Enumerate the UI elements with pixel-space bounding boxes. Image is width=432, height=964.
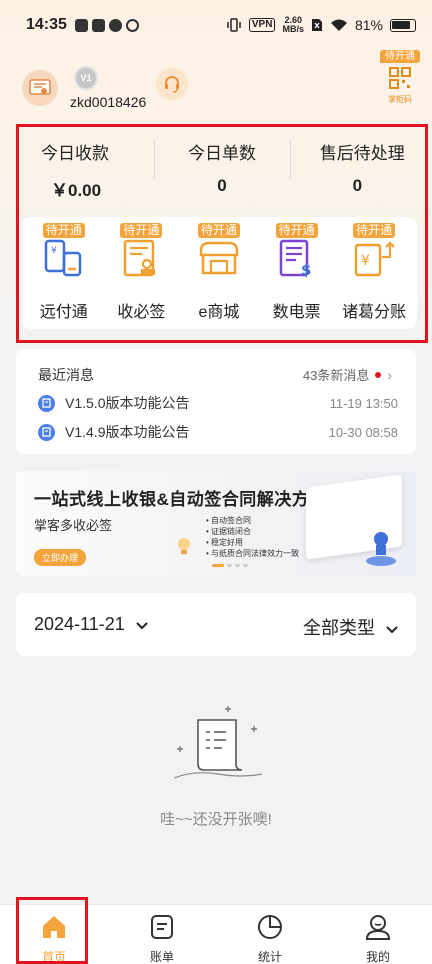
pending-badge: 待开通 [120,223,163,238]
status-time: 14:35 [26,16,67,33]
chevron-right-icon: › [387,366,392,383]
vibrate-icon [227,18,241,32]
pending-badge: 待开通 [42,223,85,238]
new-message-count[interactable]: 43条新消息 › [303,365,392,384]
profile-icon [365,915,391,940]
filter-bar: 2024-11-21 全部类型 [16,593,416,656]
stamp-icon [366,532,396,566]
recent-messages-card[interactable]: 最近消息 43条新消息 › V1.5.0版本功能公告 11-19 13:50 V… [16,349,416,454]
pending-badge: 待开通 [353,223,396,238]
battery-icon [390,18,416,32]
dashboard-highlight: 今日收款 ￥0.00 今日单数 0 售后待处理 0 待开通 ¥ 远付通 待开通 [16,124,428,343]
stat-today-orders[interactable]: 今日单数 0 [154,127,289,209]
pending-badge: 待开通 [197,223,240,238]
tab-bill[interactable]: 账单 [108,905,216,964]
message-item[interactable]: V1.4.9版本功能公告 10-30 08:58 [38,422,398,442]
stat-aftersales-pending[interactable]: 售后待处理 0 [289,127,425,209]
banner-pagination [212,564,248,567]
status-app-icons [74,18,139,32]
service-e-mall[interactable]: 待开通 e商城 [184,217,254,329]
service-grid: 待开通 ¥ 远付通 待开通 收必签 待开通 e商城 待开通 $ 数电票 待开通 … [21,217,417,329]
invoice-icon: $ [279,239,311,279]
service-split-account[interactable]: 待开通 ¥ 诸葛分账 [339,217,409,329]
certificate-button[interactable] [22,70,58,106]
message-item[interactable]: V1.5.0版本功能公告 11-19 13:50 [38,393,398,413]
status-bar: 14:35 VPN 2.60 MB/s 81% [0,0,432,50]
app-notification-icon [74,18,88,32]
status-right: VPN 2.60 MB/s 81% [226,16,416,34]
recent-messages-title: 最近消息 [38,367,94,383]
network-speed: 2.60 MB/s [282,15,304,34]
qr-code-label: 掌柜码 [388,95,412,104]
document-icon [38,394,55,412]
unread-dot [375,371,382,378]
type-selector[interactable]: 全部类型 [303,614,398,640]
empty-state-text: 哇~~还没开张噢! [160,811,272,828]
banner-features: • 自动签合同 • 证据链闭合 • 稳定好用 • 与纸质合同法律效力一致 [206,516,300,558]
stats-icon [258,915,282,939]
app-notification-icon [108,18,122,32]
avatar[interactable]: V1 [74,66,98,90]
home-tab-highlight [16,897,88,964]
battery-percent: 81% [354,17,383,33]
service-contract-sign[interactable]: 待开通 收必签 [106,217,176,329]
split-account-icon: ¥ [354,241,395,277]
today-stats: 今日收款 ￥0.00 今日单数 0 售后待处理 0 [19,127,425,209]
bill-icon [151,915,173,939]
promo-banner[interactable]: 一站式线上收银&自动签合同解决方案 掌客多收必签 立即办理 • 自动签合同 • … [16,471,416,576]
document-icon [38,423,55,441]
banner-apply-button[interactable]: 立即办理 [34,549,87,566]
svg-text:$: $ [301,261,311,279]
no-sim-icon [311,19,322,31]
lightbulb-icon [178,538,190,554]
contract-sign-icon [124,239,156,277]
wifi-icon [330,19,347,31]
shop-qr-code-button[interactable]: 待开通 掌柜码 [380,50,420,104]
app-notification-icon [125,18,139,32]
customer-service-button[interactable] [156,68,188,100]
certificate-icon [29,79,51,95]
tab-profile[interactable]: 我的 [324,905,432,964]
storefront-icon [199,241,239,275]
chevron-down-icon [386,618,398,639]
service-remote-pay[interactable]: 待开通 ¥ 远付通 [29,217,99,329]
qr-pending-badge: 待开通 [380,50,420,63]
svg-text:¥: ¥ [51,246,57,256]
banner-subtitle: 掌客多收必签 [34,518,113,533]
chevron-down-icon [136,614,148,635]
date-picker[interactable]: 2024-11-21 [34,614,148,635]
pending-badge: 待开通 [275,223,318,238]
service-e-invoice[interactable]: 待开通 $ 数电票 [262,217,332,329]
vpn-badge: VPN [248,18,276,32]
banner-title: 一站式线上收银&自动签合同解决方案 [34,490,327,509]
empty-receipt-icon [173,706,263,779]
tiktok-icon [91,18,105,32]
stat-today-revenue[interactable]: 今日收款 ￥0.00 [19,127,154,209]
qr-code-icon [389,67,411,89]
headset-icon [165,76,179,93]
remote-pay-icon: ¥ [44,239,82,277]
username: zkd0018426 [70,94,147,110]
svg-text:¥: ¥ [361,253,370,269]
tab-stats[interactable]: 统计 [216,905,324,964]
header: V1 zkd0018426 待开通 掌柜码 [0,50,432,120]
